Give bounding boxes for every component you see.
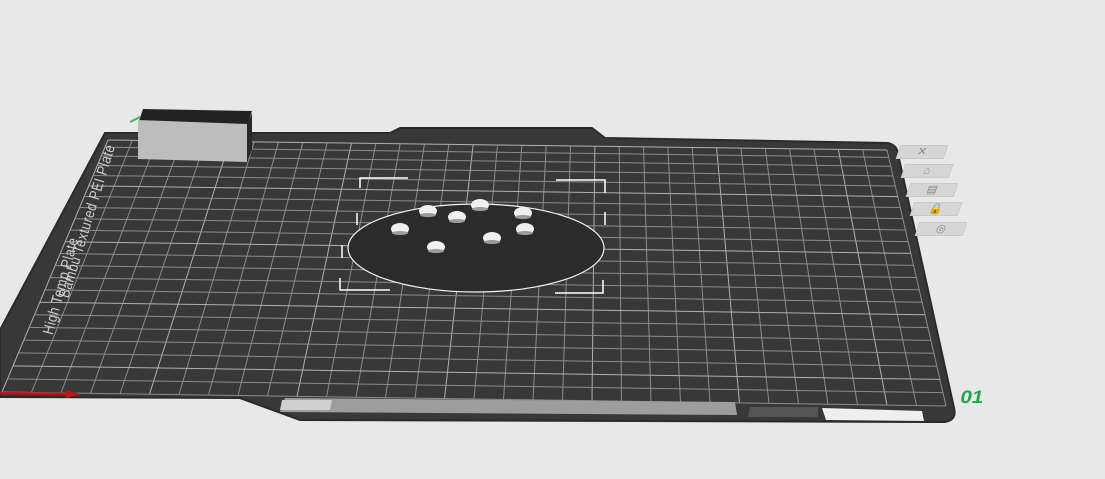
plate-action-icons[interactable] [748, 407, 818, 417]
model-bump-shadow [449, 219, 465, 223]
model-bump-shadow [517, 231, 533, 235]
close-icon: ✕ [915, 145, 929, 158]
model-bump-shadow [420, 213, 436, 217]
settings-icon: ◎ [934, 222, 948, 235]
orient-plate-button[interactable]: ⌂ [900, 164, 954, 178]
plate-number: 01 [958, 387, 986, 407]
3d-viewport[interactable]: Bambu Textured PEI Plate High Temp Plate… [0, 0, 1105, 479]
model-bump-shadow [392, 231, 408, 235]
plate-bar-handle[interactable] [280, 400, 332, 410]
model-bump-shadow [515, 215, 531, 219]
orient-icon: ⌂ [921, 164, 933, 177]
model-bump-shadow [472, 207, 488, 211]
plate-settings-button[interactable]: ◎ [914, 222, 968, 236]
lock-plate-button[interactable]: 🔒 [909, 202, 963, 216]
model-disc[interactable] [347, 203, 605, 293]
model-bump-shadow [484, 240, 500, 244]
box-object-front [138, 120, 247, 162]
scene-canvas[interactable] [0, 0, 1105, 479]
arrange-plate-button[interactable]: ▤ [905, 183, 959, 197]
lock-icon: 🔒 [927, 202, 945, 215]
model-bump-shadow [428, 249, 444, 253]
close-plate-button[interactable]: ✕ [895, 145, 949, 159]
x-axis-line [0, 391, 69, 396]
arrange-icon: ▤ [925, 183, 940, 196]
